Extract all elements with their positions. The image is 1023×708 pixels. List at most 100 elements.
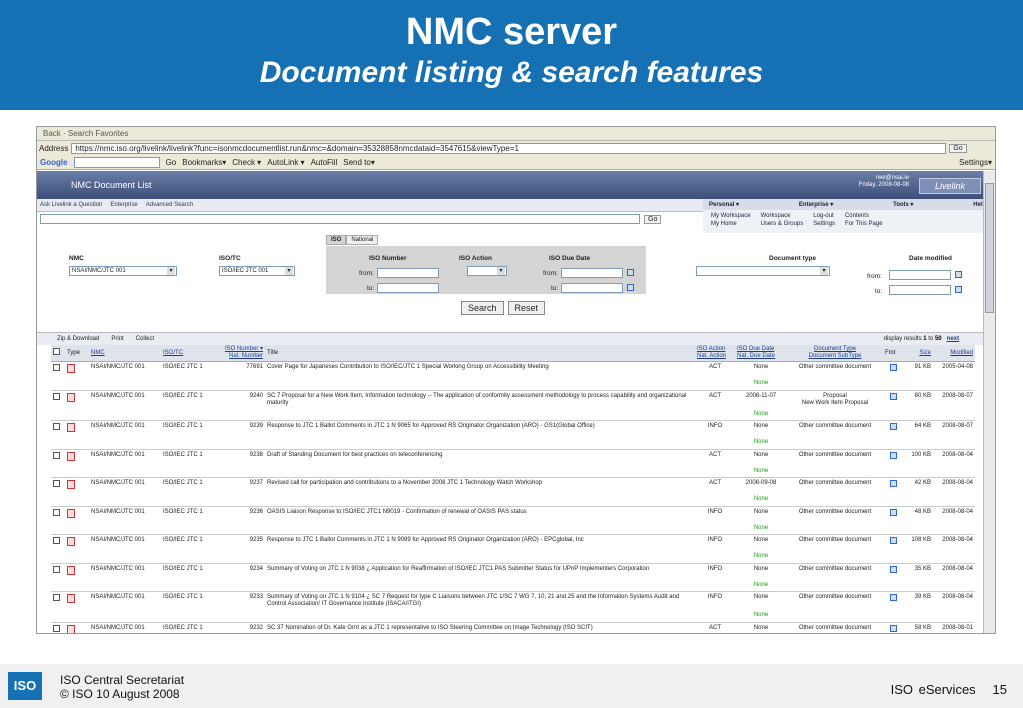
my-workspace-link[interactable]: My Workspace <box>711 212 751 220</box>
col-document-type[interactable]: Document Type <box>789 346 881 353</box>
livelink-go-button[interactable]: Go <box>644 214 662 224</box>
nmc-select[interactable]: NSAI/NMC/JTC 001 <box>69 266 177 276</box>
format-icon[interactable] <box>889 423 897 430</box>
menu-personal[interactable]: Personal ▾ <box>709 201 739 208</box>
table-row[interactable]: NSAI/NMC/JTC 001 ISO/IEC JTC 1 9233 Summary… <box>51 591 975 610</box>
format-icon[interactable] <box>889 480 897 487</box>
table-row[interactable]: NSAI/NMC/JTC 001 ISO/IEC JTC 1 9237 Revised… <box>51 477 975 494</box>
users-groups-link[interactable]: Users & Groups <box>761 220 804 228</box>
table-row[interactable]: NSAI/NMC/JTC 001 ISO/IEC JTC 1 9234 Summary… <box>51 562 975 580</box>
send-to-button[interactable]: Send to▾ <box>343 158 375 167</box>
table-row[interactable]: NSAI/NMC/JTC 001 ISO/IEC JTC 1 9232 SC 37 N… <box>51 621 975 633</box>
iso-action-select[interactable] <box>467 266 507 276</box>
modified-to-input[interactable] <box>889 285 951 295</box>
zip-download-button[interactable]: Zip & Download <box>57 336 99 342</box>
calendar-icon[interactable] <box>627 284 634 291</box>
col-nat-action[interactable]: Nat. Action <box>697 353 733 360</box>
due-from-input[interactable] <box>561 268 623 278</box>
collect-button[interactable]: Collect <box>136 336 154 342</box>
format-icon[interactable] <box>889 565 897 573</box>
settings-button[interactable]: Settings▾ <box>959 158 992 167</box>
table-row[interactable]: NSAI/NMC/JTC 001 ISO/IEC JTC 1 9236 OASIS L… <box>51 505 975 523</box>
for-this-page-link[interactable]: For This Page <box>845 220 883 228</box>
due-to-input[interactable] <box>561 283 623 293</box>
col-isotc[interactable]: ISO/TC <box>161 345 215 362</box>
col-number[interactable]: ISO Number ▾ Nat. Number <box>215 345 265 362</box>
row-title[interactable]: Draft of Standing Document for best prac… <box>265 448 695 466</box>
calendar-icon[interactable] <box>955 271 962 278</box>
format-icon[interactable] <box>889 537 897 544</box>
scrollbar-thumb[interactable] <box>985 183 994 313</box>
iso-number-to-input[interactable] <box>377 283 439 293</box>
pdf-icon[interactable] <box>67 423 75 432</box>
my-home-link[interactable]: My Home <box>711 220 751 228</box>
pdf-icon[interactable] <box>67 480 75 489</box>
row-title[interactable]: SC 37 Nomination of Dr. Kate Grnt as a J… <box>265 621 695 633</box>
bookmarks-button[interactable]: Bookmarks▾ <box>182 158 226 167</box>
autofill-button[interactable]: AutoFill <box>311 158 338 167</box>
col-iso-due[interactable]: ISO Due Date <box>737 346 785 353</box>
row-title[interactable]: SC 7 Proposal for a New Work Item, Infor… <box>265 389 695 409</box>
google-go-button[interactable]: Go <box>166 158 177 167</box>
check-button[interactable]: Check ▾ <box>232 158 261 167</box>
col-nat-due[interactable]: Nat. Due Date <box>737 353 785 360</box>
row-title[interactable]: Summary of Voting on JTC 1 N 9038 ¿ Appl… <box>265 562 695 580</box>
format-icon[interactable] <box>889 624 897 632</box>
row-checkbox[interactable] <box>53 480 60 487</box>
enterprise-select[interactable]: Enterprise <box>110 202 137 208</box>
pdf-icon[interactable] <box>67 392 75 402</box>
col-due[interactable]: ISO Due Date Nat. Due Date <box>735 345 787 362</box>
iso-number-from-input[interactable] <box>377 268 439 278</box>
url-input[interactable]: https://nmc.iso.org/livelink/livelink?fu… <box>71 142 947 154</box>
table-row[interactable]: NSAI/NMC/JTC 001 ISO/IEC JTC 1 9238 Draft o… <box>51 448 975 466</box>
pdf-icon[interactable] <box>67 508 75 518</box>
row-checkbox[interactable] <box>53 508 60 516</box>
reset-button[interactable]: Reset <box>507 301 546 315</box>
pdf-icon[interactable] <box>67 451 75 461</box>
row-checkbox[interactable] <box>53 537 60 544</box>
row-checkbox[interactable] <box>53 624 60 632</box>
contents-link[interactable]: Contents <box>845 212 883 220</box>
row-checkbox[interactable] <box>53 423 60 430</box>
format-icon[interactable] <box>889 508 897 516</box>
pdf-icon[interactable] <box>67 624 75 633</box>
col-modified[interactable]: Modified <box>933 345 975 362</box>
livelink-search-input[interactable] <box>40 214 640 224</box>
row-title[interactable]: Cover Page for Japaneses Contribution to… <box>265 361 695 378</box>
google-search-input[interactable] <box>73 156 160 168</box>
table-row[interactable]: NSAI/NMC/JTC 001 ISO/IEC JTC 1 9240 SC 7 Pr… <box>51 389 975 409</box>
search-button[interactable]: Search <box>461 301 504 315</box>
format-icon[interactable] <box>889 451 897 459</box>
row-checkbox[interactable] <box>53 594 60 601</box>
tab-national[interactable]: National <box>346 235 379 245</box>
col-size[interactable]: Size <box>903 345 933 362</box>
format-icon[interactable] <box>889 594 897 601</box>
format-icon[interactable] <box>889 392 897 400</box>
row-title[interactable]: Revised call for participation and contr… <box>265 477 695 494</box>
calendar-icon[interactable] <box>627 269 634 276</box>
row-checkbox[interactable] <box>53 565 60 573</box>
menu-tools[interactable]: Tools ▾ <box>893 201 913 208</box>
col-doctype[interactable]: Document Type Document SubType <box>787 345 883 362</box>
isotc-select[interactable]: ISO/IEC JTC 001 <box>219 266 295 276</box>
document-type-select[interactable] <box>696 266 830 276</box>
modified-from-input[interactable] <box>889 270 951 280</box>
pdf-icon[interactable] <box>67 594 75 603</box>
pdf-icon[interactable] <box>67 565 75 575</box>
table-row[interactable]: NSAI/NMC/JTC 001 ISO/IEC JTC 1 9235 Respons… <box>51 534 975 551</box>
ask-livelink-select[interactable]: Ask Livelink a Question <box>40 202 102 208</box>
logout-link[interactable]: Log-out <box>813 212 835 220</box>
col-iso-number[interactable]: ISO Number ▾ <box>217 346 263 353</box>
table-row[interactable]: NSAI/NMC/JTC 001 ISO/IEC JTC 1 77691 Cover … <box>51 361 975 378</box>
menu-enterprise[interactable]: Enterprise ▾ <box>799 201 833 208</box>
col-iso-action[interactable]: ISO Action <box>697 346 733 353</box>
tab-iso[interactable]: ISO <box>326 235 347 245</box>
row-title[interactable]: Response to JTC 1 Ballot Comments in JTC… <box>265 420 695 437</box>
col-nat-number[interactable]: Nat. Number <box>217 353 263 360</box>
browser-toolbar-text[interactable]: Back · Search Favorites <box>43 129 128 138</box>
format-icon[interactable] <box>889 364 897 371</box>
col-action[interactable]: ISO Action Nat. Action <box>695 345 735 362</box>
settings-link[interactable]: Settings <box>813 220 835 228</box>
print-button[interactable]: Print <box>111 336 123 342</box>
pdf-icon[interactable] <box>67 364 75 373</box>
